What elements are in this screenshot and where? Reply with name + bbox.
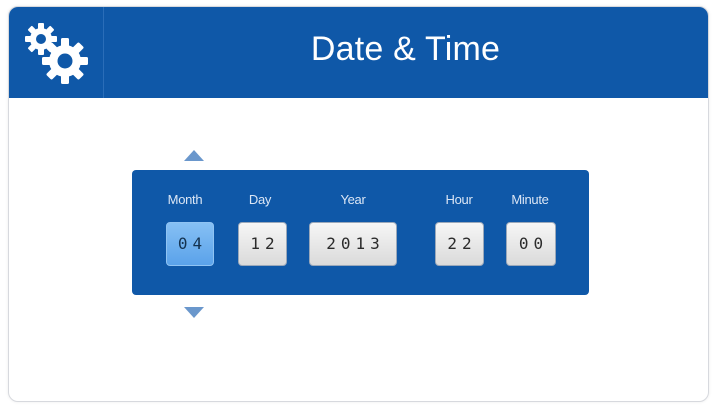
- header-bar: Date & Time: [9, 7, 708, 98]
- arrow-up-icon[interactable]: [184, 150, 204, 161]
- year-field[interactable]: 2013: [309, 222, 397, 266]
- settings-button[interactable]: [9, 7, 104, 98]
- hour-field[interactable]: 22: [435, 222, 484, 266]
- month-label: Month: [167, 192, 203, 207]
- year-label: Year: [340, 192, 366, 207]
- page-title: Date & Time: [310, 30, 501, 68]
- month-field[interactable]: 04: [166, 222, 214, 266]
- day-label: Day: [248, 192, 272, 207]
- minute-label: Minute: [511, 192, 549, 207]
- hour-label: Hour: [445, 192, 473, 207]
- gears-icon: [25, 23, 88, 84]
- arrow-down-icon[interactable]: [184, 307, 204, 318]
- minute-field[interactable]: 00: [506, 222, 556, 266]
- day-field[interactable]: 12: [238, 222, 287, 266]
- date-time-picker: Month Day Year Hour Minute 04 12 2013 22…: [132, 170, 589, 295]
- date-time-window: Date & Time Month Day Year Hour Minute 0…: [8, 6, 709, 402]
